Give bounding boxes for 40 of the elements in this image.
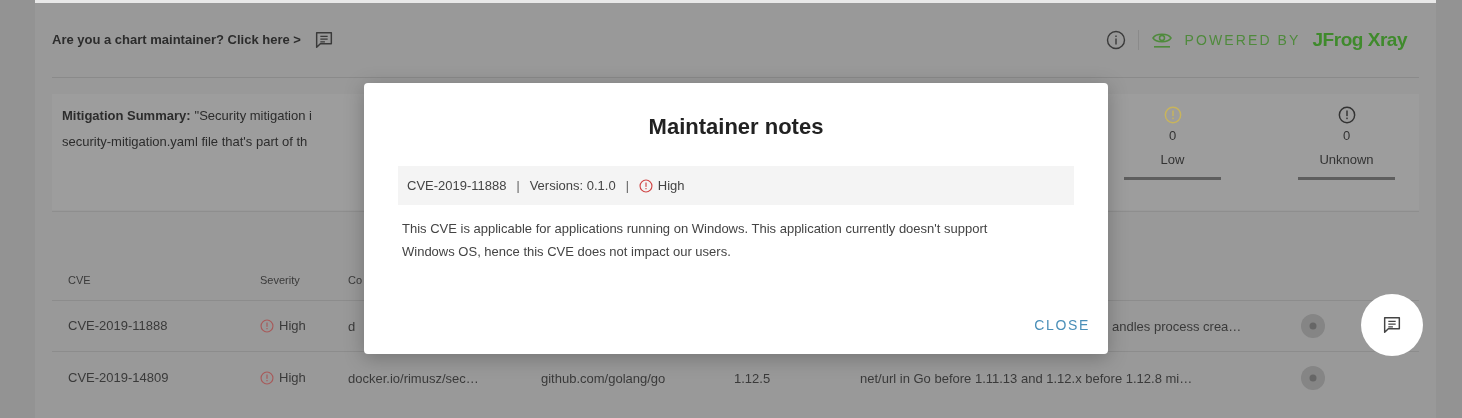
status-dot-icon bbox=[1300, 364, 1326, 391]
column-header: CVE bbox=[68, 272, 92, 288]
meta-text: CVE-2019-11888 bbox=[407, 176, 507, 195]
table-cell: docker.io/rimusz/sec… bbox=[348, 370, 479, 386]
info-icon[interactable] bbox=[1105, 30, 1126, 50]
message-icon bbox=[1381, 314, 1403, 336]
alert-icon bbox=[260, 319, 274, 333]
table-cell: net/url in Go before 1.11.13 and 1.12.x before 1.12.8 mi… bbox=[860, 370, 1193, 386]
alert-icon bbox=[1337, 106, 1356, 124]
maintainer-link[interactable]: Are you a chart maintainer? Click here > bbox=[52, 30, 301, 50]
table-cell: andles process crea… bbox=[1112, 319, 1242, 334]
alert-icon bbox=[1163, 106, 1182, 124]
table-cell-text: CVE-2019-11888 bbox=[68, 317, 169, 336]
separator: | bbox=[625, 177, 629, 195]
alert-icon bbox=[260, 370, 274, 385]
counter-label: Low bbox=[1160, 150, 1185, 169]
separator: | bbox=[516, 177, 520, 195]
column-header: Co bbox=[348, 272, 364, 288]
counter-value: 0 bbox=[1342, 127, 1351, 145]
close-button[interactable]: CLOSE bbox=[1034, 315, 1090, 336]
summary-label: Mitigation Summary: bbox=[62, 107, 191, 125]
powered-by-label: POWERED BY bbox=[1184, 30, 1301, 50]
table-cell: 1.12.5 bbox=[734, 370, 771, 386]
status-dot-icon bbox=[1300, 313, 1326, 339]
summary-text: "Security mitigation i bbox=[194, 107, 312, 125]
table-cell: d bbox=[348, 319, 356, 334]
counter-label: Unknown bbox=[1319, 150, 1374, 169]
summary-text: security-mitigation.yaml file that's part of th bbox=[62, 132, 308, 151]
note-text: This CVE is applicable for applications running on Windows. This application currently doesn't support Windows OS, hence this CVE does not impact our users. bbox=[401, 220, 989, 261]
counter-value: 0 bbox=[1168, 127, 1177, 145]
severity-label: High bbox=[279, 317, 306, 336]
modal-title: Maintainer notes bbox=[648, 113, 824, 141]
alert-icon bbox=[638, 178, 653, 193]
column-header: Severity bbox=[260, 272, 301, 288]
brand-logo: JFrog Xray bbox=[1312, 27, 1407, 52]
table-cell-text: CVE-2019-14809 bbox=[68, 368, 170, 387]
table-cell: github.com/golang/go bbox=[541, 370, 666, 386]
severity-label: High bbox=[279, 368, 306, 387]
meta-text: Versions: 0.1.0 bbox=[529, 176, 616, 195]
severity-label: High bbox=[657, 176, 685, 195]
